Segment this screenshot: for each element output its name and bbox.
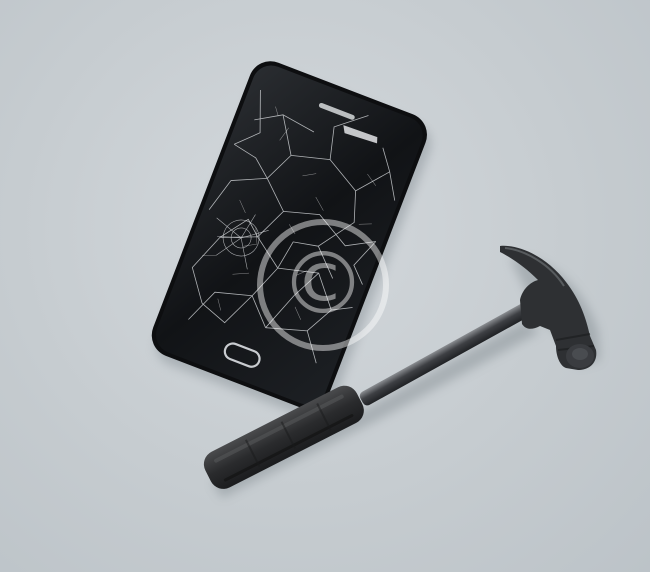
hammer-shaft (359, 303, 530, 406)
photo-scene: © (0, 0, 650, 572)
photo-art: © (151, 61, 600, 498)
watermark-symbol: © (280, 234, 366, 334)
